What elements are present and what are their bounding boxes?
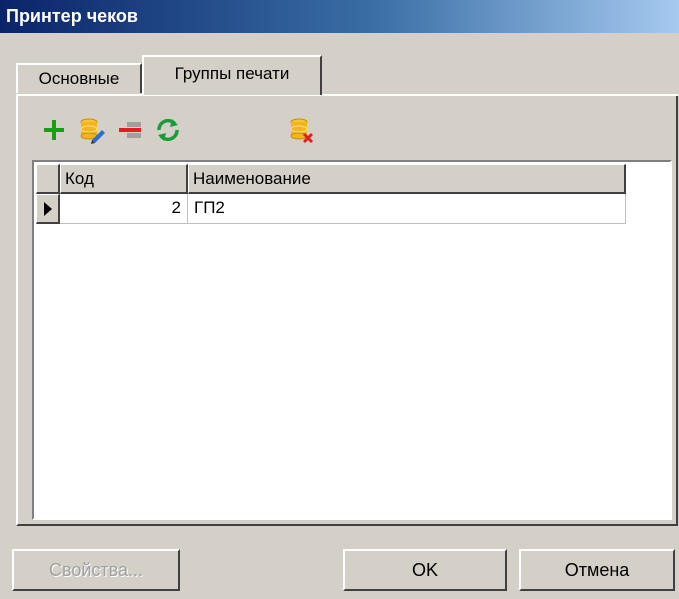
cell-code[interactable]: 2 bbox=[60, 194, 188, 224]
edit-button[interactable] bbox=[74, 112, 110, 148]
tab-basic[interactable]: Основные bbox=[16, 63, 142, 93]
print-groups-table[interactable]: Код Наименование 2 ГП2 bbox=[32, 160, 672, 520]
row-pointer-icon bbox=[43, 201, 52, 216]
column-header-code[interactable]: Код bbox=[60, 164, 188, 194]
cancel-button[interactable]: Отмена bbox=[519, 549, 675, 591]
refresh-button[interactable] bbox=[150, 112, 186, 148]
current-row-indicator bbox=[36, 194, 60, 224]
row-indicator-header bbox=[36, 164, 60, 194]
clear-button[interactable] bbox=[284, 112, 320, 148]
tab-print-groups[interactable]: Группы печати bbox=[142, 55, 322, 95]
column-header-name[interactable]: Наименование bbox=[188, 164, 626, 194]
window-title: Принтер чеков bbox=[0, 0, 679, 33]
edit-icon bbox=[80, 118, 105, 144]
remove-button[interactable] bbox=[112, 112, 148, 148]
remove-icon bbox=[119, 122, 141, 138]
add-button[interactable] bbox=[36, 112, 72, 148]
add-icon bbox=[44, 120, 64, 140]
clear-icon bbox=[290, 118, 314, 144]
properties-button: Свойства... bbox=[12, 549, 180, 591]
tab-strip: Основные Группы печати bbox=[0, 33, 679, 95]
cell-name[interactable]: ГП2 bbox=[188, 194, 626, 224]
refresh-icon bbox=[157, 118, 179, 142]
ok-button[interactable]: OK bbox=[343, 549, 507, 591]
